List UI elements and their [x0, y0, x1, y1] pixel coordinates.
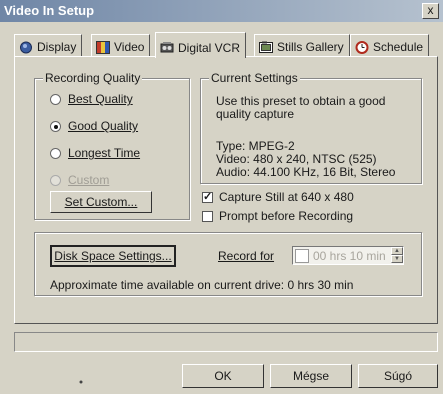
settings-type: Type: MPEG-2 — [216, 139, 295, 153]
tab-display[interactable]: Display — [14, 34, 83, 56]
text-cursor-icon — [295, 249, 309, 263]
schedule-icon — [355, 40, 369, 54]
settings-description-line2: quality capture — [216, 107, 295, 121]
radio-button-disabled — [50, 174, 61, 186]
capture-still-checkbox[interactable]: ✓ Capture Still at 640 x 480 — [202, 190, 354, 204]
spin-up-button[interactable]: ▲ — [391, 247, 403, 255]
set-custom-label: Set Custom... — [64, 195, 138, 209]
tab-video-label: Video — [114, 40, 145, 54]
help-label: Súgó — [383, 369, 413, 383]
video-in-setup-dialog: Video In Setup x Display Video Digital V… — [0, 0, 443, 394]
prompt-before-recording-checkbox[interactable]: Prompt before Recording — [202, 209, 353, 223]
cancel-label: Mégse — [292, 369, 330, 383]
tab-strip: Display Video Digital VCR Stills Gallery… — [14, 32, 438, 58]
checkbox-unchecked[interactable] — [202, 210, 213, 222]
recording-quality-legend: Recording Quality — [43, 71, 143, 85]
tab-digital-vcr-label: Digital VCR — [178, 40, 241, 55]
settings-audio: Audio: 44.100 KHz, 16 Bit, Stereo — [216, 165, 396, 179]
tab-stills-gallery[interactable]: Stills Gallery — [254, 34, 350, 56]
close-button[interactable]: x — [422, 3, 439, 19]
close-icon: x — [427, 3, 434, 17]
radio-button[interactable] — [50, 93, 61, 105]
record-for-label: Record for — [218, 249, 275, 263]
radio-longest-time-label: Longest Time — [68, 146, 141, 160]
record-for-spinner[interactable]: 00 hrs 10 min ▲ ▼ — [292, 246, 404, 265]
video-icon — [96, 40, 110, 54]
current-settings-legend: Current Settings — [209, 71, 300, 85]
ok-label: OK — [214, 369, 232, 383]
status-bar — [14, 332, 438, 352]
spinner-buttons: ▲ ▼ — [391, 247, 403, 264]
radio-button[interactable] — [50, 147, 61, 159]
tab-stills-gallery-label: Stills Gallery — [277, 40, 344, 54]
settings-description-line1: Use this preset to obtain a good — [216, 94, 386, 108]
stills-gallery-icon — [259, 41, 273, 53]
tab-digital-vcr[interactable]: Digital VCR — [155, 32, 247, 58]
radio-custom[interactable]: Custom — [50, 173, 109, 187]
prompt-before-recording-label: Prompt before Recording — [219, 209, 354, 223]
tab-schedule[interactable]: Schedule — [350, 34, 430, 56]
window-title: Video In Setup — [4, 3, 95, 18]
approx-time-text: Approximate time available on current dr… — [50, 278, 354, 292]
disk-space-settings-label: Disk Space Settings... — [54, 249, 172, 263]
settings-video: Video: 480 x 240, NTSC (525) — [216, 152, 377, 166]
tab-display-label: Display — [37, 40, 77, 54]
set-custom-button[interactable]: Set Custom... — [50, 191, 152, 213]
spin-down-button[interactable]: ▼ — [391, 255, 403, 263]
tab-video[interactable]: Video — [91, 34, 151, 56]
display-icon — [20, 41, 32, 53]
radio-good-quality[interactable]: Good Quality — [50, 119, 138, 133]
digital-vcr-icon — [160, 42, 174, 53]
radio-good-quality-label: Good Quality — [68, 119, 139, 133]
cancel-button[interactable]: Mégse — [270, 364, 352, 388]
ok-button[interactable]: OK — [182, 364, 264, 388]
tab-schedule-label: Schedule — [373, 40, 424, 54]
record-for-value[interactable]: 00 hrs 10 min — [313, 249, 386, 263]
radio-custom-label: Custom — [68, 173, 110, 187]
radio-best-quality-label: Best Quality — [68, 92, 133, 106]
disk-space-settings-button[interactable]: Disk Space Settings... — [50, 245, 176, 267]
title-bar[interactable]: Video In Setup x — [0, 0, 443, 22]
radio-best-quality[interactable]: Best Quality — [50, 92, 133, 106]
cursor-speck-icon — [79, 380, 83, 384]
help-button[interactable]: Súgó — [358, 364, 438, 388]
radio-longest-time[interactable]: Longest Time — [50, 146, 140, 160]
radio-button-selected[interactable] — [50, 120, 61, 132]
checkbox-checked[interactable]: ✓ — [202, 191, 213, 203]
capture-still-label: Capture Still at 640 x 480 — [219, 190, 354, 204]
